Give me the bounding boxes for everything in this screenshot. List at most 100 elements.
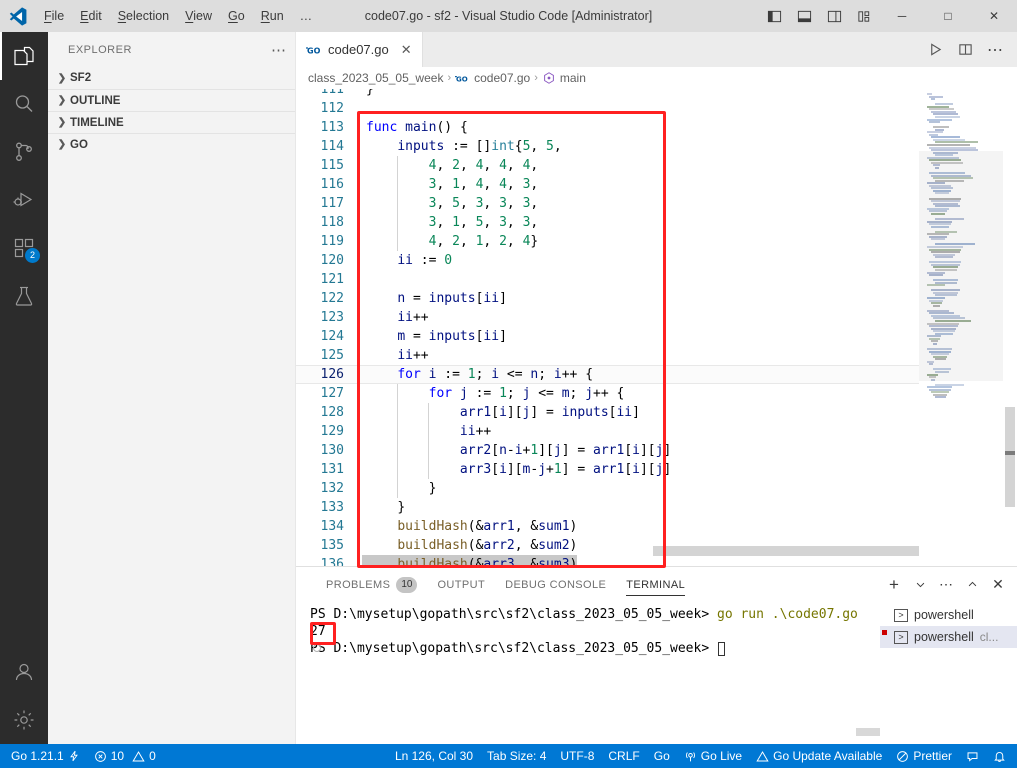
minimap-slider[interactable] (919, 151, 1003, 381)
window-close-button[interactable]: ✕ (971, 0, 1017, 32)
breadcrumb-item-symbol[interactable]: main (542, 71, 586, 85)
editor-vertical-scrollbar[interactable] (1003, 89, 1017, 566)
tab-close-icon[interactable]: ✕ (401, 42, 412, 58)
status-tab-size[interactable]: Tab Size: 4 (480, 744, 553, 768)
sidebar-more-actions[interactable]: ⋯ (271, 41, 287, 59)
status-go-version[interactable]: Go 1.21.1 (4, 744, 87, 768)
toggle-secondary-sidebar-icon[interactable] (819, 0, 849, 32)
activitybar-item-run-and-debug[interactable] (0, 176, 48, 224)
status-editor-position[interactable]: Ln 126, Col 30 (388, 744, 480, 768)
activitybar-item-extensions[interactable]: 2 (0, 224, 48, 272)
customize-layout-icon[interactable] (849, 0, 879, 32)
sidebar-item-go[interactable]: ❯ GO (48, 133, 295, 155)
editor-horizontal-scrollbar[interactable] (653, 546, 919, 556)
sidebar-item-timeline[interactable]: ❯ TIMELINE (48, 111, 295, 133)
minimap[interactable] (919, 89, 1003, 566)
code-text: 4, 2, 4, 4, 4, (428, 158, 539, 173)
code-text: 4, 2, 1, 2, 4} (428, 234, 539, 249)
terminal-command-decoration-icon (313, 644, 321, 652)
sidebar-item-label: SF2 (70, 72, 92, 84)
go-file-icon: GO (306, 42, 322, 58)
activitybar-item-search[interactable] (0, 80, 48, 128)
toggle-panel-icon[interactable] (789, 0, 819, 32)
tab-output[interactable]: OUTPUT (427, 567, 495, 602)
activitybar-item-manage[interactable] (0, 696, 48, 744)
code-text: ii++ (459, 424, 492, 439)
terminal-horizontal-scrollbar[interactable] (856, 728, 880, 736)
code-line[interactable]: 134 buildHash(&arr1, &sum1) (296, 517, 919, 536)
code-line[interactable]: 114 inputs := []int{5, 5, (296, 137, 919, 156)
window-minimize-button[interactable]: ─ (879, 0, 925, 32)
chevron-down-icon[interactable] (907, 567, 933, 602)
tab-problems[interactable]: PROBLEMS 10 (316, 567, 427, 602)
code-line[interactable]: 119 4, 2, 1, 2, 4} (296, 232, 919, 251)
window-maximize-button[interactable]: □ (925, 0, 971, 32)
terminal-list-item[interactable]: > powershell (880, 604, 1017, 626)
run-play-icon[interactable] (921, 32, 949, 67)
panel-tab-label: OUTPUT (437, 578, 486, 591)
status-language-mode[interactable]: Go (647, 744, 677, 768)
status-go-update[interactable]: Go Update Available (749, 744, 889, 768)
code-line[interactable]: 116 3, 1, 4, 4, 3, (296, 175, 919, 194)
status-notifications[interactable] (986, 744, 1013, 768)
code-content[interactable]: 111} 112 113 func main() {114 inputs := []… (296, 89, 919, 566)
menu-file[interactable]: File (36, 0, 72, 32)
tab-debug-console[interactable]: DEBUG CONSOLE (495, 567, 616, 602)
panel-close-button[interactable]: ✕ (985, 567, 1011, 602)
code-line[interactable]: 128 arr1[i][j] = inputs[ii] (296, 403, 919, 422)
code-line[interactable]: 133 } (296, 498, 919, 517)
split-editor-icon[interactable] (951, 32, 979, 67)
scrollbar-thumb[interactable] (1005, 407, 1015, 507)
status-problems[interactable]: 10 0 (87, 744, 163, 768)
breadcrumb-item-folder[interactable]: class_2023_05_05_week (308, 71, 443, 85)
code-line[interactable]: 127 for j := 1; j <= m; j++ { (296, 384, 919, 403)
menu-go[interactable]: Go (220, 0, 253, 32)
code-line[interactable]: 120 ii := 0 (296, 251, 919, 270)
sidebar-item-outline[interactable]: ❯ OUTLINE (48, 89, 295, 111)
status-eol[interactable]: CRLF (601, 744, 646, 768)
status-encoding[interactable]: UTF-8 (553, 744, 601, 768)
new-terminal-button[interactable]: + (881, 567, 907, 602)
editor-group: GO code07.go ✕ ⋯ class_2023_05_05_week ›… (296, 32, 1017, 744)
code-line[interactable]: 129 ii++ (296, 422, 919, 441)
code-line[interactable]: 115 4, 2, 4, 4, 4, (296, 156, 919, 175)
activitybar-item-source-control[interactable] (0, 128, 48, 176)
code-line[interactable]: 132 } (296, 479, 919, 498)
terminal-list-item[interactable]: > powershell cl... (880, 626, 1017, 648)
tab-terminal[interactable]: TERMINAL (616, 567, 695, 602)
terminal[interactable]: PS D:\mysetup\gopath\src\sf2\class_2023_… (296, 602, 880, 744)
menu-selection[interactable]: Selection (110, 0, 177, 32)
menu-run[interactable]: Run (253, 0, 292, 32)
toggle-primary-sidebar-icon[interactable] (759, 0, 789, 32)
chevron-up-icon[interactable] (959, 567, 985, 602)
code-line[interactable]: 123 ii++ (296, 308, 919, 327)
menu-more[interactable]: … (292, 0, 321, 32)
code-line[interactable]: 112 (296, 99, 919, 118)
breadcrumb-item-file[interactable]: GO code07.go (455, 71, 530, 86)
menu-edit[interactable]: Edit (72, 0, 110, 32)
code-line[interactable]: 131 arr3[i][m-j+1] = arr1[i][j] (296, 460, 919, 479)
status-go-live[interactable]: Go Live (677, 744, 749, 768)
sidebar-item-sf2[interactable]: ❯ SF2 (48, 67, 295, 89)
code-line[interactable]: 126 for i := 1; i <= n; i++ { (296, 365, 919, 384)
panel-more-actions[interactable]: ⋯ (933, 567, 959, 602)
activitybar-item-testing[interactable] (0, 272, 48, 320)
activitybar-item-accounts[interactable] (0, 648, 48, 696)
menu-view[interactable]: View (177, 0, 220, 32)
code-line[interactable]: 125 ii++ (296, 346, 919, 365)
code-line[interactable]: 122 n = inputs[ii] (296, 289, 919, 308)
tab-code07-go[interactable]: GO code07.go ✕ (296, 32, 423, 67)
code-line[interactable]: 113 func main() { (296, 118, 919, 137)
code-line[interactable]: 130 arr2[n-i+1][j] = arr1[i][j] (296, 441, 919, 460)
indent-guide (397, 156, 398, 175)
code-line[interactable]: 111} (296, 89, 919, 99)
status-feedback[interactable] (959, 744, 986, 768)
code-line[interactable]: 121 (296, 270, 919, 289)
code-line[interactable]: 118 3, 1, 5, 3, 3, (296, 213, 919, 232)
status-prettier[interactable]: Prettier (889, 744, 959, 768)
editor-more-actions[interactable]: ⋯ (981, 32, 1009, 67)
code-line[interactable]: 136 buildHash(&arr3, &sum3) (296, 555, 919, 566)
code-line[interactable]: 117 3, 5, 3, 3, 3, (296, 194, 919, 213)
activitybar-item-explorer[interactable] (0, 32, 48, 80)
code-line[interactable]: 124 m = inputs[ii] (296, 327, 919, 346)
